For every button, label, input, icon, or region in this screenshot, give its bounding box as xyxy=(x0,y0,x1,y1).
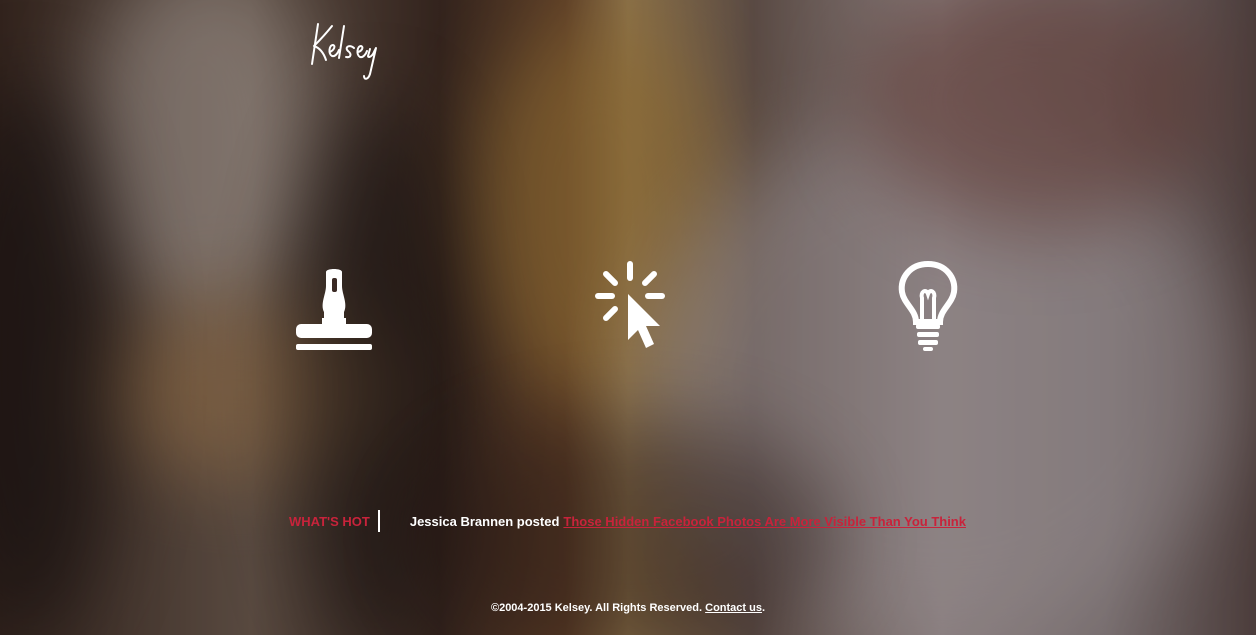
whats-hot-bar: WHAT'S HOT Jessica Brannen posted Those … xyxy=(289,510,966,532)
whats-hot-label: WHAT'S HOT xyxy=(289,513,370,529)
copyright-text: ©2004-2015 Kelsey. All Rights Reserved. xyxy=(490,602,706,614)
lightbulb-icon[interactable] xyxy=(880,258,976,354)
footer-trailing: . xyxy=(761,602,766,614)
contact-us-link[interactable]: Contact us xyxy=(705,602,762,614)
whats-hot-author: Jessica Brannen posted xyxy=(409,513,560,529)
cursor-click-icon[interactable] xyxy=(584,260,680,356)
divider xyxy=(377,510,380,532)
stamp-icon[interactable] xyxy=(286,264,382,360)
kelsey-logo[interactable] xyxy=(306,16,390,84)
whats-hot-article-link[interactable]: Those Hidden Facebook Photos Are More Vi… xyxy=(563,514,966,529)
footer: ©2004-2015 Kelsey. All Rights Reserved. … xyxy=(0,602,1256,614)
